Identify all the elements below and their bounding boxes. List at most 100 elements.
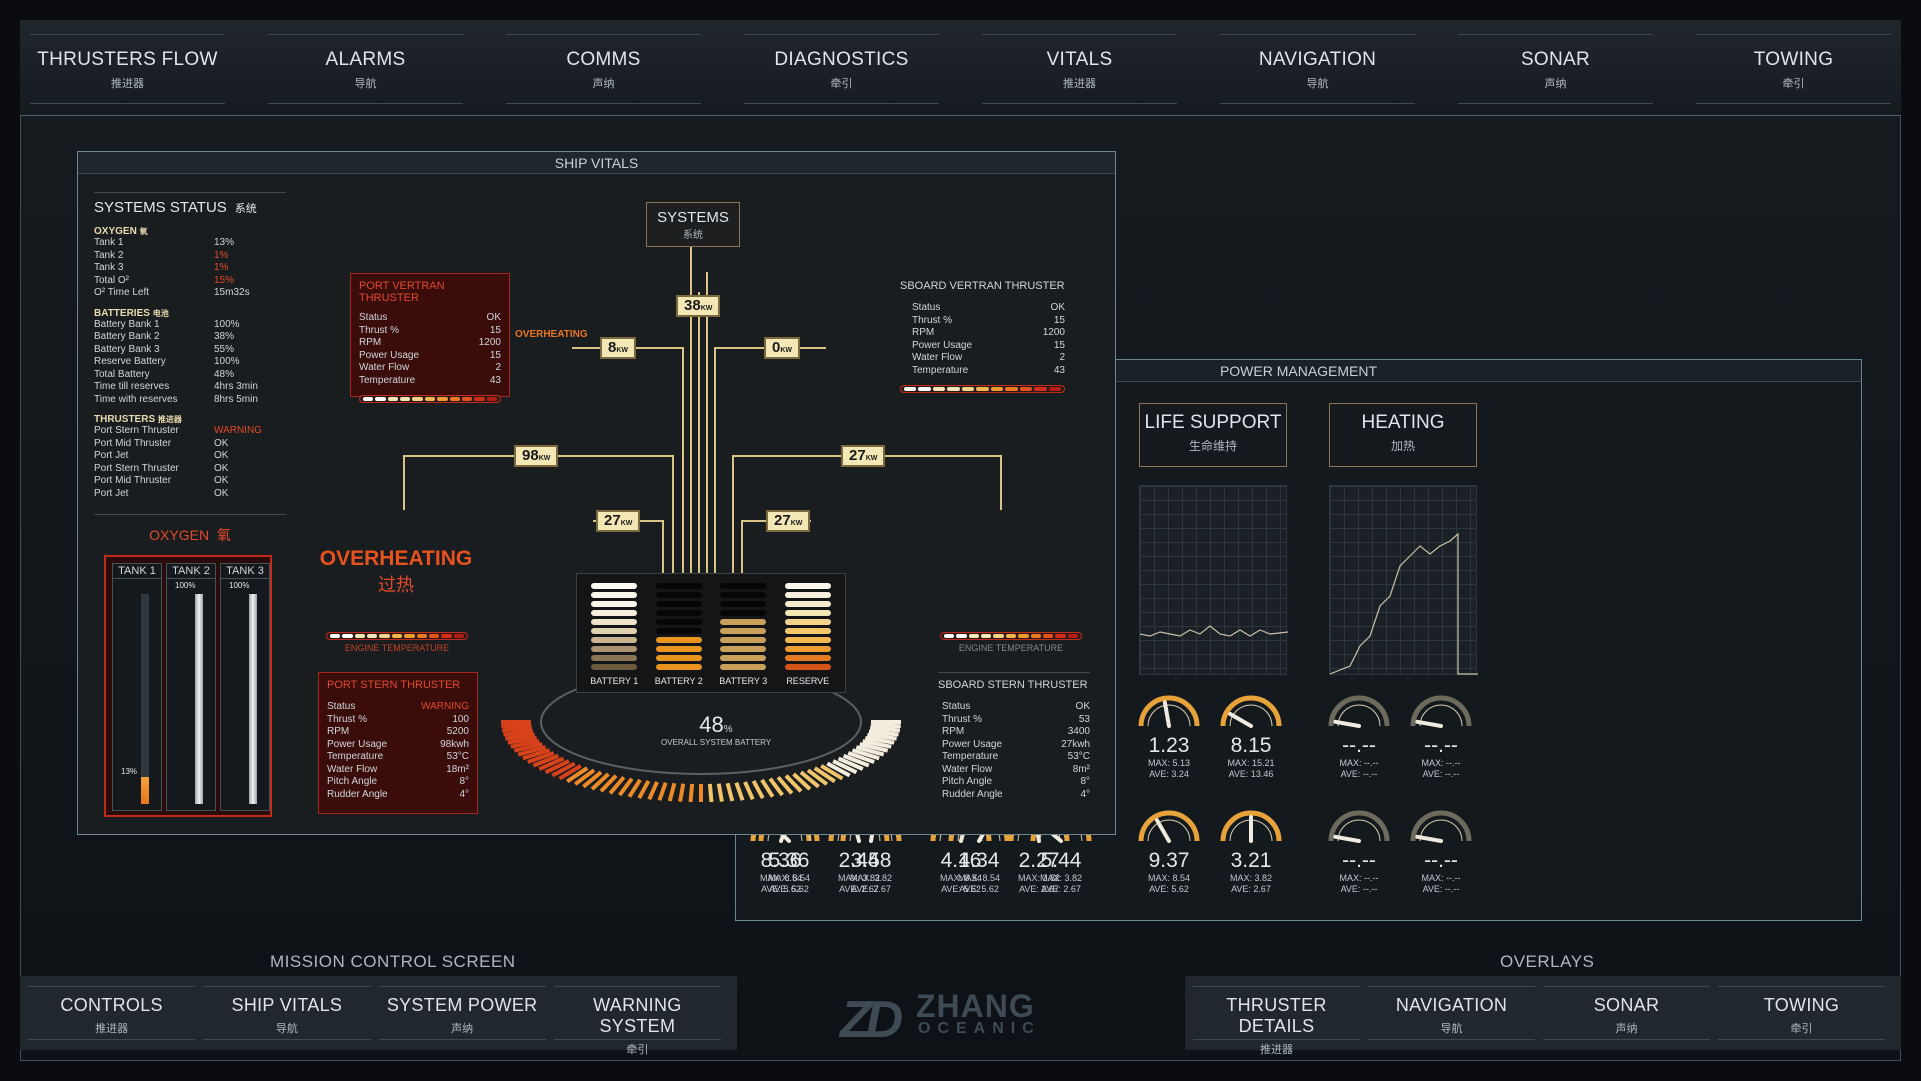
battery-name: BATTERY 2 (654, 676, 703, 686)
heat-segment (981, 634, 992, 638)
status-key: Battery Bank 1 (94, 318, 160, 330)
overlays-tab-navigation[interactable]: NAVIGATION 导航 (1368, 986, 1535, 1040)
top-tab-towing[interactable]: TOWING 牵引 (1696, 34, 1891, 104)
mission-tab-warning-system[interactable]: WARNING SYSTEM 牵引 (553, 986, 721, 1056)
tab-label: SYSTEM POWER (386, 995, 538, 1015)
top-tab-vitals[interactable]: VITALS 推进器 (982, 34, 1177, 104)
status-row: Tank 3 1% (94, 262, 286, 275)
battery-cell (720, 646, 767, 652)
battery-cells (720, 578, 767, 670)
status-value: 38% (214, 331, 235, 342)
heat-segment (354, 634, 366, 638)
status-value: 15m32s (214, 287, 250, 298)
battery-ring-tick (869, 726, 901, 733)
port-vertran-thruster: PORT VERTRAN THRUSTER Status OK Thrust % 15… (350, 273, 510, 403)
heat-segment (904, 387, 917, 391)
status-key: Reserve Battery (94, 356, 166, 367)
thruster-key: Temperature (327, 751, 384, 762)
status-value: 13% (214, 237, 235, 248)
thruster-row: Water Flow 2 (359, 362, 501, 375)
gauge-dial (1410, 695, 1472, 728)
power-column-life-support: LIFE SUPPORT 生命维持 (1139, 403, 1289, 675)
battery-ring-tick (751, 780, 765, 800)
top-tab-alarms[interactable]: ALARMS 导航 (268, 34, 463, 104)
thruster-value: 15 (489, 324, 501, 336)
tank-fill (249, 594, 257, 804)
thruster-row: RPM 1200 (359, 337, 501, 350)
power-gauge: 1.23 MAX: 5.13 AVE: 3.24 (1134, 688, 1204, 780)
tab-label: NAVIGATION (1395, 995, 1508, 1015)
tank-name: TANK 3 (221, 564, 269, 579)
port-vertran-temp-bar (359, 395, 501, 403)
status-key: Port Mid Thruster (94, 475, 172, 486)
mission-tab-ship-vitals[interactable]: SHIP VITALS 导航 (203, 986, 371, 1040)
battery-name: BATTERY 1 (590, 676, 639, 686)
zhang-oceanic-logo: ZD ZHANG OCEANIC (840, 988, 1090, 1049)
top-tab-sonar[interactable]: SONAR 声纳 (1458, 34, 1653, 104)
battery-cell (784, 637, 831, 643)
battery-cell (784, 583, 831, 589)
power-gauge: 8.15 MAX: 15.21 AVE: 13.46 (1216, 688, 1286, 780)
thruster-row: Water Flow 18m² (327, 764, 469, 777)
battery-ring-tick (501, 726, 533, 733)
oxygen-tank-box: TANK 1 13% TANK 2 100% TANK 3 100% (104, 555, 272, 817)
engine-temp-right: ENGINE TEMPERATURE (940, 632, 1082, 653)
gauge-ave: AVE: --.-- (1422, 884, 1460, 894)
tank-bar (141, 594, 149, 804)
battery-ring-tick (707, 783, 714, 803)
thruster-value: 8m² (1072, 763, 1090, 775)
sboard-stern-title: SBOARD STERN THRUSTER (938, 672, 1090, 691)
flow-line (1000, 455, 1002, 510)
thruster-value: 15 (1053, 339, 1065, 351)
tab-cn-label: 牵引 (830, 78, 853, 90)
heat-segment (1019, 387, 1033, 391)
top-tab-diagnostics[interactable]: DIAGNOSTICS 牵引 (744, 34, 939, 104)
top-tab-navigation[interactable]: NAVIGATION 导航 (1220, 34, 1415, 104)
tab-cn-label: 推进器 (95, 1023, 129, 1035)
thruster-row: Pitch Angle 8° (942, 776, 1090, 789)
tab-cn-label: 声纳 (1615, 1023, 1638, 1035)
mission-tab-controls[interactable]: CONTROLS 推进器 (28, 986, 196, 1040)
port-stern-title: PORT STERN THRUSTER (327, 679, 461, 691)
heat-segment (1048, 387, 1061, 391)
gauge-value: --.-- (1342, 849, 1376, 872)
batteries-group: BATTERIES 电池 (94, 307, 169, 319)
oxygen-tanks: OXYGEN 氧 TANK 1 13% TANK 2 100% TANK 3 100% (94, 514, 286, 817)
status-row: Port Jet OK (94, 488, 286, 501)
status-value: OK (214, 450, 229, 461)
battery-cell (655, 655, 702, 661)
thruster-value: 8° (459, 776, 469, 787)
oxygen-tank: TANK 2 100% (166, 563, 216, 811)
tab-cn-label: 牵引 (1782, 78, 1805, 90)
tank-bar (195, 594, 203, 804)
top-tab-thrusters-flow[interactable]: THRUSTERS FLOW 推进器 (30, 34, 225, 104)
sboard-vertran-thruster: SBOARD VERTRAN THRUSTER Status OK Thrust %… (900, 280, 1065, 393)
mission-tab-system-power[interactable]: SYSTEM POWER 声纳 (378, 986, 546, 1040)
overlays-tab-sonar[interactable]: SONAR 声纳 (1543, 986, 1710, 1040)
thruster-value: OK (486, 312, 501, 323)
status-value: OK (214, 475, 229, 486)
heat-segment (379, 634, 390, 638)
power-graph-line (1329, 532, 1478, 675)
tab-label: THRUSTERS FLOW (37, 49, 218, 70)
ship-vitals-panel: SHIP VITALS SYSTEMS STATUS 系统 OXYGEN 氧 Ta… (77, 151, 1116, 835)
top-tab-comms[interactable]: COMMS 声纳 (506, 34, 701, 104)
gauge-dial (1220, 695, 1282, 728)
thruster-row: Thrust % 100 (327, 714, 469, 727)
top-nav: THRUSTERS FLOW 推进器 ALARMS 导航 COMMS 声纳 DIAGNOST… (20, 20, 1901, 116)
heat-segment (424, 397, 436, 401)
gauge-value: 3.21 (1230, 849, 1272, 872)
overlays-tab-towing[interactable]: TOWING 牵引 (1718, 986, 1885, 1040)
battery-name: BATTERY 3 (719, 676, 768, 686)
thruster-key: Pitch Angle (327, 776, 378, 787)
thruster-row: Status WARNING (327, 701, 469, 714)
overlays-tab-thruster-details[interactable]: THRUSTER DETAILS 推进器 (1193, 986, 1360, 1056)
battery-cell (720, 664, 767, 670)
battery-cell (655, 646, 702, 652)
thruster-row: Power Usage 15 (912, 340, 1065, 353)
tab-cn-label: 牵引 (1790, 1023, 1813, 1035)
status-row: Port Stern Thruster WARNING (94, 425, 286, 438)
gauge-value: 8.15 (1230, 734, 1272, 757)
heat-segment (947, 387, 960, 391)
thruster-value: 2 (1059, 352, 1065, 363)
